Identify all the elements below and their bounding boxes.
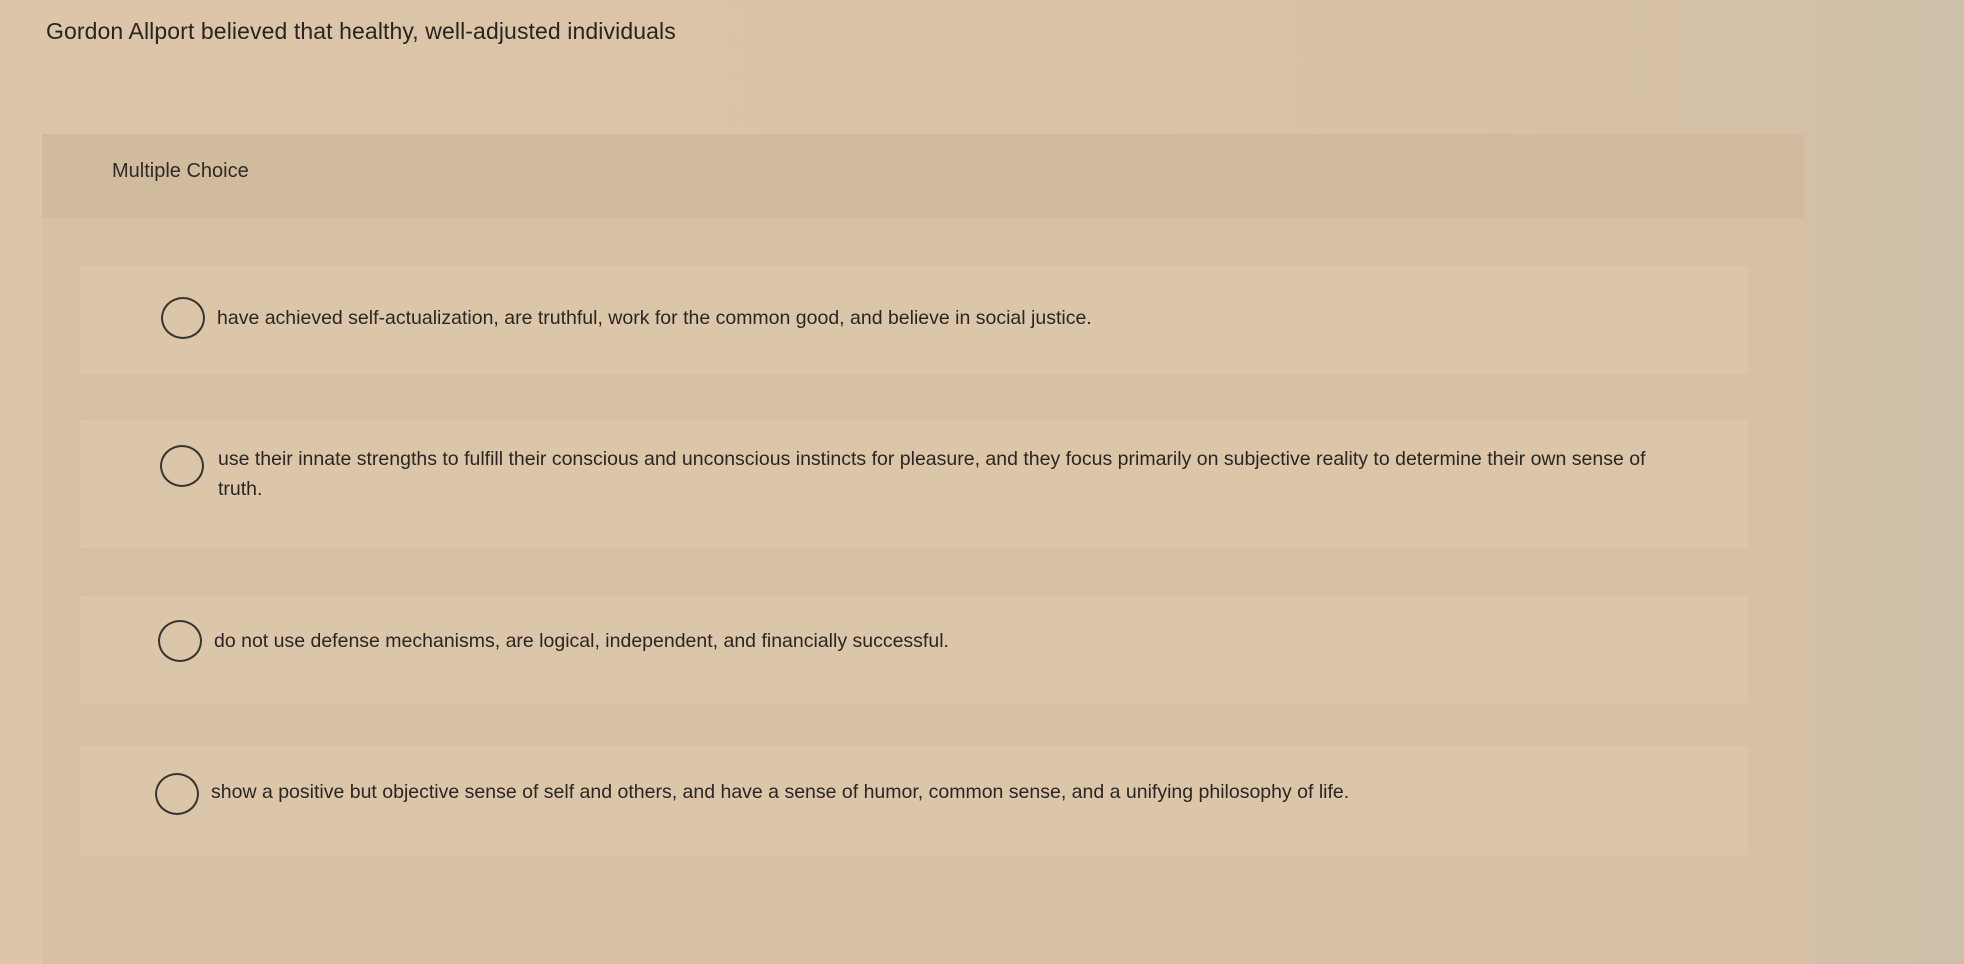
- card-header: Multiple Choice: [42, 134, 1804, 218]
- answer-option-text: show a positive but objective sense of s…: [211, 781, 1350, 803]
- answer-option[interactable]: show a positive but objective sense of s…: [80, 746, 1748, 856]
- answer-option[interactable]: use their innate strengths to fulfill th…: [80, 420, 1748, 548]
- answer-option[interactable]: have achieved self-actualization, are tr…: [80, 266, 1748, 374]
- answer-option-text: do not use defense mechanisms, are logic…: [214, 630, 949, 652]
- radio-button[interactable]: [158, 620, 202, 662]
- answer-option-text: use their innate strengths to fulfill th…: [218, 448, 1646, 500]
- question-type-label: Multiple Choice: [112, 160, 249, 182]
- question-stem: Gordon Allport believed that healthy, we…: [46, 18, 676, 44]
- question-card: Multiple Choice have achieved self-actua…: [42, 134, 1804, 964]
- radio-button[interactable]: [155, 773, 199, 815]
- answer-option[interactable]: do not use defense mechanisms, are logic…: [80, 596, 1748, 704]
- radio-button[interactable]: [160, 445, 204, 487]
- radio-button[interactable]: [161, 297, 205, 339]
- answer-option-text: have achieved self-actualization, are tr…: [217, 307, 1092, 329]
